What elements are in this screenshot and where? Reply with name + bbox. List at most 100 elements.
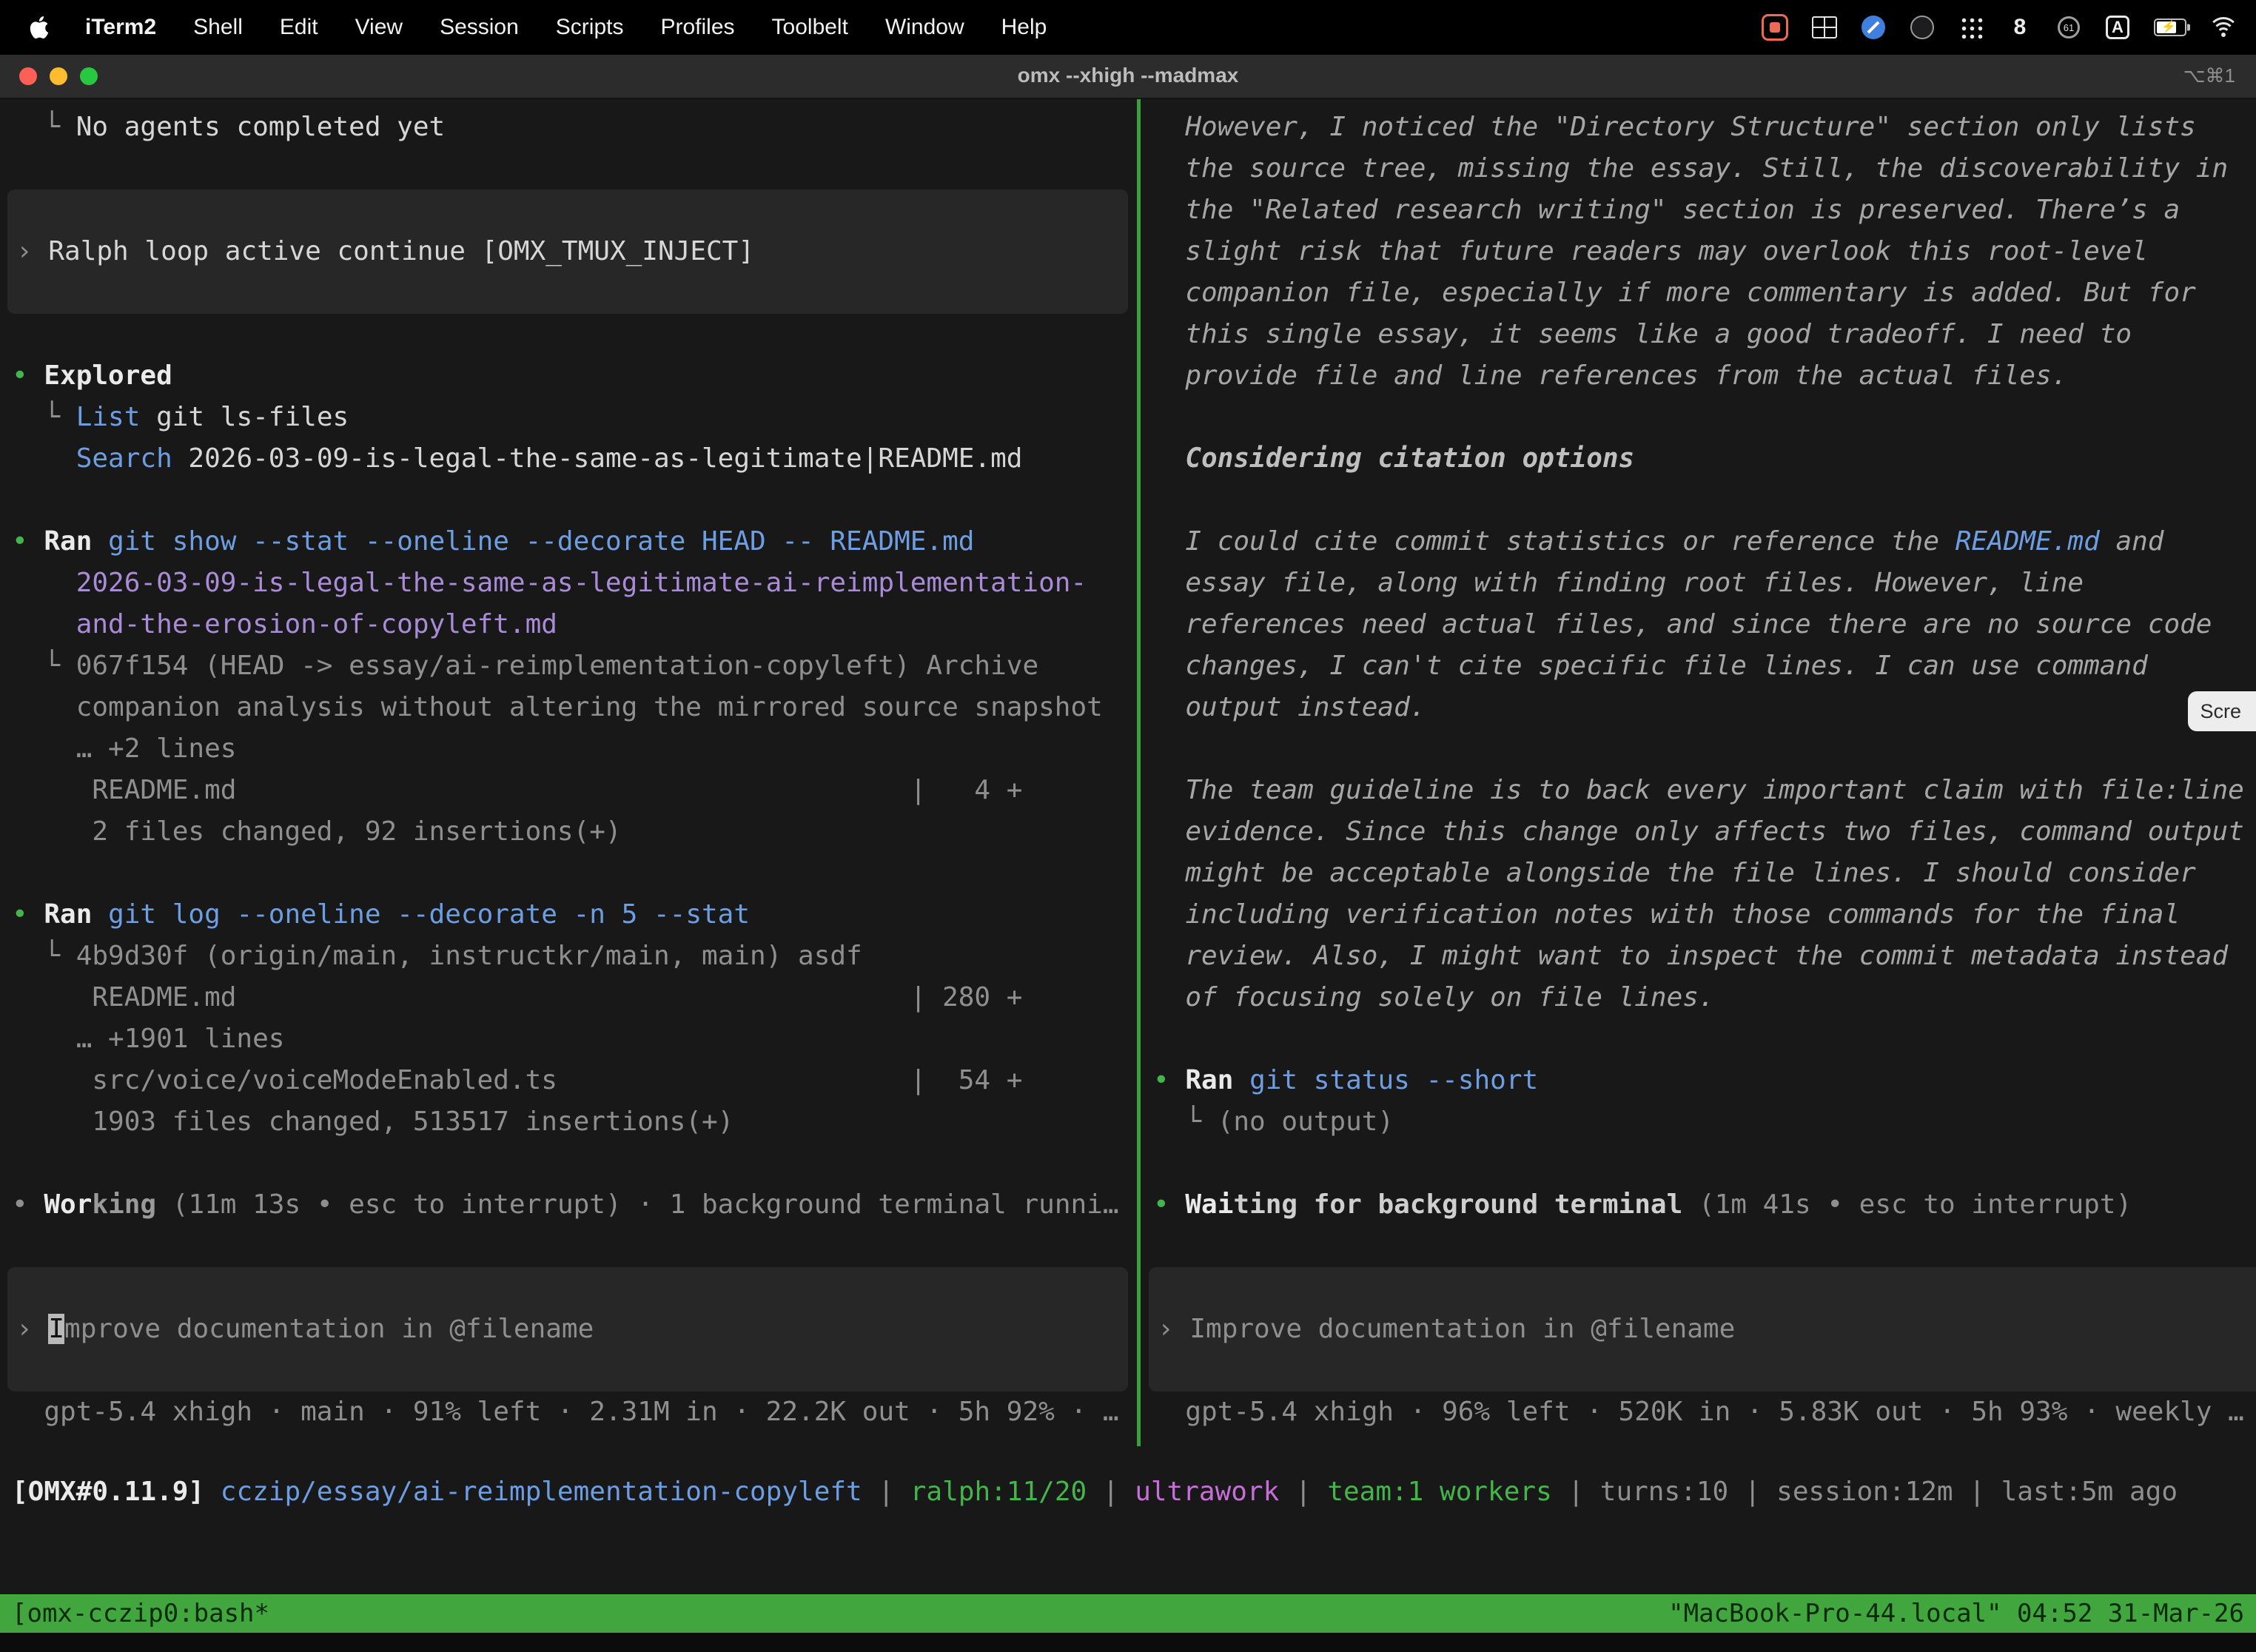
terminal-line: gpt-5.4 xhigh · 96% left · 520K in · 5.8… <box>1141 1391 2256 1433</box>
blank-line <box>1141 1226 2256 1267</box>
terminal-line: └ No agents completed yet <box>0 107 1137 148</box>
prompt-input[interactable]: › Improve documentation in @filename <box>1149 1267 2256 1391</box>
terminal-line: … +2 lines <box>0 728 1137 770</box>
blank-line <box>1141 1018 2256 1060</box>
menu-item-scripts[interactable]: Scripts <box>537 15 642 39</box>
terminal-line: • Waiting for background terminal (1m 41… <box>1141 1184 2256 1226</box>
ralph-loop-banner: › Ralph loop active continue [OMX_TMUX_I… <box>7 189 1128 314</box>
terminal-line: └ (no output) <box>1141 1101 2256 1143</box>
terminal-line: • Ran git status --short <box>1141 1060 2256 1101</box>
terminal-line: The team guideline is to back every impo… <box>1141 770 2256 811</box>
terminal-line: src/voice/voiceModeEnabled.ts | 54 + <box>0 1060 1137 1101</box>
menu-item-shell[interactable]: Shell <box>175 15 261 39</box>
terminal-line: companion analysis without altering the … <box>0 687 1137 728</box>
window-shortcut: ⌥⌘1 <box>2183 55 2235 96</box>
app-circle-icon[interactable] <box>1910 11 1935 44</box>
menu-item-session[interactable]: Session <box>421 15 537 39</box>
right-pane: However, I noticed the "Directory Struct… <box>1141 99 2256 1433</box>
terminal-line: I could cite commit statistics or refere… <box>1141 521 2256 563</box>
terminal-line: slight risk that future readers may over… <box>1141 231 2256 272</box>
terminal-line: • Ran git show --stat --oneline --decora… <box>0 521 1137 563</box>
blank-line <box>0 1226 1137 1267</box>
menu-item-toolbelt[interactable]: Toolbelt <box>753 15 867 39</box>
terminal-line: might be acceptable alongside the file l… <box>1141 853 2256 894</box>
wifi-icon[interactable] <box>2210 11 2237 44</box>
terminal-line: Search 2026-03-09-is-legal-the-same-as-l… <box>0 438 1137 480</box>
bottom-gap <box>0 1633 2256 1652</box>
apple-menu[interactable] <box>22 16 67 38</box>
blank-line <box>1141 728 2256 770</box>
terminal-line: README.md | 4 + <box>0 770 1137 811</box>
terminal-line: 2 files changed, 92 insertions(+) <box>0 811 1137 853</box>
terminal-line: including verification notes with those … <box>1141 894 2256 936</box>
input-source-icon[interactable]: A <box>2105 11 2130 44</box>
terminal-line: the "Related research writing" section i… <box>1141 189 2256 231</box>
menu-item-help[interactable]: Help <box>983 15 1066 39</box>
terminal-line: evidence. Since this change only affects… <box>1141 811 2256 853</box>
menu-item-window[interactable]: Window <box>867 15 983 39</box>
terminal-line: and-the-erosion-of-copyleft.md <box>0 604 1137 645</box>
terminal-line: changes, I can't cite specific file line… <box>1141 645 2256 687</box>
screen: iTerm2ShellEditViewSessionScriptsProfile… <box>0 0 2256 1652</box>
terminal-line: • Ran git log --oneline --decorate -n 5 … <box>0 894 1137 936</box>
pane-divider <box>1137 99 1141 1446</box>
apple-icon <box>28 16 50 38</box>
terminal-line: essay file, along with finding root file… <box>1141 563 2256 604</box>
omx-status-line: [OMX#0.11.9] cczip/essay/ai-reimplementa… <box>0 1471 2178 1513</box>
terminal-line: However, I noticed the "Directory Struct… <box>1141 107 2256 148</box>
blank-line <box>0 314 1137 355</box>
meter-icon[interactable]: 61 <box>2056 11 2081 44</box>
blank-line <box>0 480 1137 521</box>
tmux-host-clock: "MacBook-Pro-44.local" 04:52 31-Mar-26 <box>1668 1594 2244 1633</box>
left-pane: └ No agents completed yet › Ralph loop ac… <box>0 99 1137 1433</box>
terminal-line: review. Also, I might want to inspect th… <box>1141 936 2256 977</box>
menu-bar-left: iTerm2ShellEditViewSessionScriptsProfile… <box>22 15 1065 40</box>
window-title-bar: omx --xhigh --madmax ⌥⌘1 <box>0 55 2256 99</box>
terminal: └ No agents completed yet › Ralph loop ac… <box>0 99 2256 1652</box>
terminal-line: output instead. <box>1141 687 2256 728</box>
blank-line <box>0 1143 1137 1184</box>
window-title: omx --xhigh --madmax <box>0 55 2256 96</box>
battery-icon[interactable]: ⚡ <box>2154 11 2186 44</box>
terminal-line: README.md | 280 + <box>0 977 1137 1018</box>
terminal-line: gpt-5.4 xhigh · main · 91% left · 2.31M … <box>0 1391 1137 1433</box>
terminal-line: • Explored <box>0 355 1137 397</box>
terminal-line: › Improve documentation in @filename <box>7 1309 594 1350</box>
terminal-line: … +1901 lines <box>0 1018 1137 1060</box>
blank-line <box>1141 480 2256 521</box>
menu-item-profiles[interactable]: Profiles <box>642 15 753 39</box>
terminal-line: 1903 files changed, 513517 insertions(+) <box>0 1101 1137 1143</box>
terminal-line: └ 067f154 (HEAD -> essay/ai-reimplementa… <box>0 645 1137 687</box>
terminal-line: this single essay, it seems like a good … <box>1141 314 2256 355</box>
blank-line <box>1141 397 2256 438</box>
terminal-line: › Improve documentation in @filename <box>1149 1309 1735 1350</box>
prompt-input[interactable]: › Improve documentation in @filename <box>7 1267 1128 1391</box>
compass-icon[interactable] <box>1861 11 1886 44</box>
screen-recording-icon[interactable] <box>1762 11 1788 44</box>
menu-item-iterm2[interactable]: iTerm2 <box>67 15 175 39</box>
terminal-line: • Working (11m 13s • esc to interrupt) ·… <box>0 1184 1137 1226</box>
menu-item-view[interactable]: View <box>337 15 421 39</box>
terminal-line: the source tree, missing the essay. Stil… <box>1141 148 2256 189</box>
terminal-line: of focusing solely on file lines. <box>1141 977 2256 1018</box>
tmux-session-label: [omx-cczip0:bash* <box>12 1594 269 1633</box>
terminal-line: provide file and line references from th… <box>1141 355 2256 397</box>
dots-grid-icon[interactable] <box>1958 11 1984 44</box>
blank-line <box>0 853 1137 894</box>
menu-item-edit[interactable]: Edit <box>261 15 337 39</box>
figure-eight-icon[interactable]: 8 <box>2007 11 2032 44</box>
terminal-line: └ List git ls-files <box>0 397 1137 438</box>
terminal-line: references need actual files, and since … <box>1141 604 2256 645</box>
menu-bar: iTerm2ShellEditViewSessionScriptsProfile… <box>0 0 2256 55</box>
tmux-status-bar: [omx-cczip0:bash* "MacBook-Pro-44.local"… <box>0 1594 2256 1633</box>
terminal-line: Considering citation options <box>1141 438 2256 480</box>
terminal-line: └ 4b9d30f (origin/main, instructkr/main,… <box>0 936 1137 977</box>
terminal-line: › Ralph loop active continue [OMX_TMUX_I… <box>7 231 754 272</box>
menu-bar-status-icons: 8 61 A ⚡ <box>1762 11 2237 44</box>
terminal-line: 2026-03-09-is-legal-the-same-as-legitima… <box>0 563 1137 604</box>
blank-line <box>0 148 1137 189</box>
terminal-line: companion file, especially if more comme… <box>1141 272 2256 314</box>
grid-icon[interactable] <box>1812 11 1837 44</box>
screen-button[interactable]: Scre <box>2188 691 2256 731</box>
blank-line <box>1141 1143 2256 1184</box>
